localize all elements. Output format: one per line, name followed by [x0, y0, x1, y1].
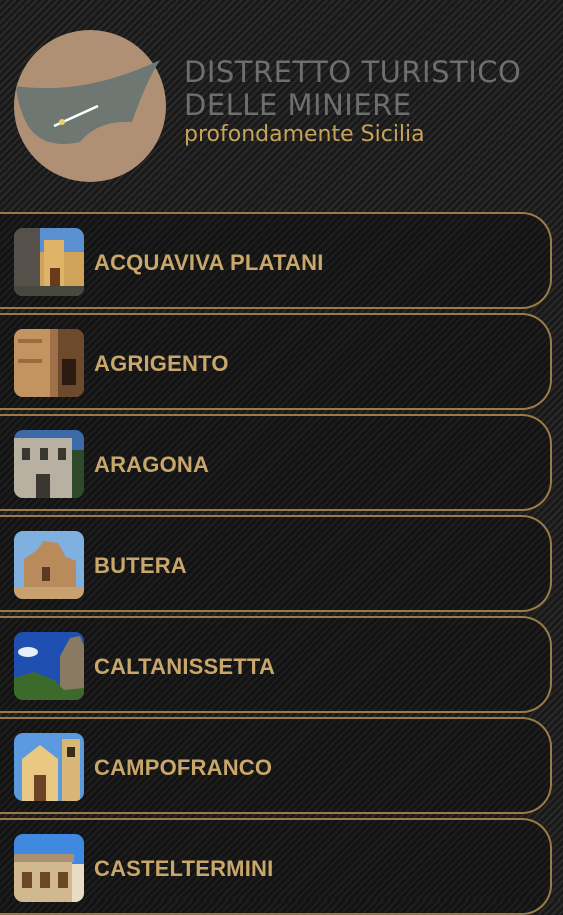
town-item-caltanissetta[interactable]: CALTANISSETTA [0, 616, 552, 713]
app-header: DISTRETTO TURISTICO DELLE MINIERE profon… [0, 0, 563, 200]
town-item-butera[interactable]: BUTERA [0, 515, 552, 612]
app-title-line-2: DELLE MINIERE [184, 88, 412, 122]
town-item-campofranco[interactable]: CAMPOFRANCO [0, 717, 552, 814]
town-item-acquaviva-platani[interactable]: ACQUAVIVA PLATANI [0, 212, 552, 309]
district-logo-icon [14, 30, 166, 182]
old-street-photo-icon [14, 329, 84, 397]
castle-ruins-photo-icon [14, 531, 84, 599]
town-item-casteltermini[interactable]: CASTELTERMINI [0, 818, 552, 915]
rocky-hill-photo-icon [14, 632, 84, 700]
town-label: ARAGONA [94, 452, 210, 477]
town-label: CASTELTERMINI [94, 856, 274, 881]
app-subtitle: profondamente Sicilia [184, 122, 425, 147]
app-title-line-1: DISTRETTO TURISTICO [184, 55, 522, 89]
town-label: BUTERA [94, 553, 187, 578]
church-photo-icon [14, 228, 84, 296]
town-item-agrigento[interactable]: AGRIGENTO [0, 313, 552, 410]
town-item-aragona[interactable]: ARAGONA [0, 414, 552, 511]
church-bell-tower-photo-icon [14, 733, 84, 801]
town-label: CALTANISSETTA [94, 654, 276, 679]
town-label: AGRIGENTO [94, 351, 229, 376]
building-photo-icon [14, 834, 84, 902]
town-label: ACQUAVIVA PLATANI [94, 250, 324, 275]
town-label: CAMPOFRANCO [94, 755, 273, 780]
palace-photo-icon [14, 430, 84, 498]
